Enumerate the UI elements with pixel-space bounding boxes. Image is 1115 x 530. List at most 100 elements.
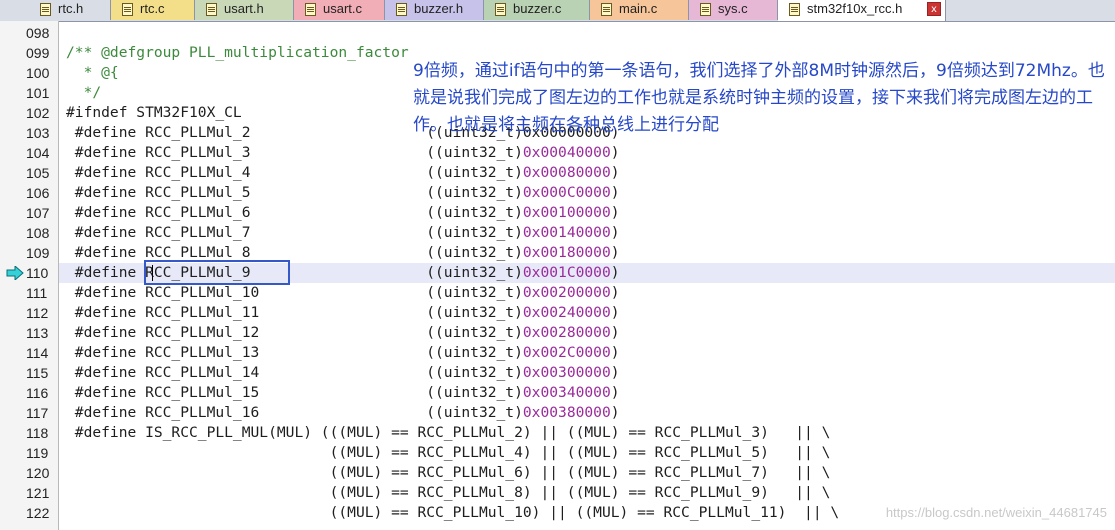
file-icon xyxy=(396,3,407,16)
code-line: #ifndef STM32F10X_CL xyxy=(66,103,242,123)
code-token: ) xyxy=(610,204,620,221)
code-line: ((MUL) == RCC_PLLMul_10) || ((MUL) == RC… xyxy=(66,503,840,523)
code-token: 0x00180000 xyxy=(522,244,611,261)
line-number: 119 xyxy=(26,445,49,461)
code-token: #define RCC_PLLMul_7 ((uint32_t) xyxy=(66,224,523,241)
tab-stm32f10x_rcc-h[interactable]: stm32f10x_rcc.h x xyxy=(778,0,946,21)
code-token: #ifndef STM32F10X_CL xyxy=(66,104,242,121)
file-icon xyxy=(40,3,51,16)
line-number: 109 xyxy=(26,245,50,261)
line-number-gutter: 098 099 100 101 102 103 104 105 106 107 108 109 110 1… xyxy=(0,21,59,530)
tab-rtc-c[interactable]: rtc.c xyxy=(111,0,195,20)
tab-usart-c[interactable]: usart.c xyxy=(294,0,385,20)
line-number: 098 xyxy=(26,25,50,41)
tab-label: main.c xyxy=(619,1,658,16)
code-token: 0x00080000 xyxy=(522,164,611,181)
line-number: 112 xyxy=(26,305,49,321)
line-number: 102 xyxy=(26,105,50,121)
code-token: 0x00340000 xyxy=(522,384,611,401)
code-line: #define IS_RCC_PLL_MUL(MUL) (((MUL) == R… xyxy=(66,423,831,443)
code-token: * @{ xyxy=(66,64,119,81)
code-token: ((MUL) == RCC_PLLMul_4) || ((MUL) == RCC… xyxy=(66,444,831,461)
code-line: ((MUL) == RCC_PLLMul_4) || ((MUL) == RCC… xyxy=(66,443,831,463)
code-token: ) xyxy=(610,284,620,301)
line-number: 107 xyxy=(26,205,50,221)
file-icon xyxy=(495,3,506,16)
code-token: 0x00140000 xyxy=(522,224,611,241)
line-number: 115 xyxy=(26,365,49,381)
code-token: ((MUL) == RCC_PLLMul_10) || ((MUL) == RC… xyxy=(66,504,840,521)
tab-buzzer-c[interactable]: buzzer.c xyxy=(484,0,590,20)
watermark: https://blog.csdn.net/weixin_44681745 xyxy=(885,505,1107,520)
code-token: ) xyxy=(610,224,620,241)
code-token: 0x00100000 xyxy=(522,204,611,221)
code-token: #define RCC_PLLMul_13 ((uint32_t) xyxy=(66,344,523,361)
line-number: 113 xyxy=(26,325,49,341)
file-icon xyxy=(789,3,800,16)
code-line: /** @defgroup PLL_multiplication_factor xyxy=(66,43,409,63)
tab-sys-c[interactable]: sys.c xyxy=(689,0,778,20)
code-token: #define RCC_PLLMul_5 ((uint32_t) xyxy=(66,184,523,201)
code-token: #define RCC_PLLMul_4 ((uint32_t) xyxy=(66,164,523,181)
line-number: 114 xyxy=(26,345,49,361)
code-line: #define RCC_PLLMul_5 ((uint32_t)0x000C00… xyxy=(66,183,620,203)
code-line: #define RCC_PLLMul_15 ((uint32_t)0x00340… xyxy=(66,383,620,403)
code-token: ((MUL) == RCC_PLLMul_8) || ((MUL) == RCC… xyxy=(66,484,831,501)
code-token: */ xyxy=(66,84,102,101)
code-line: */ xyxy=(66,83,102,103)
code-line: ((MUL) == RCC_PLLMul_6) || ((MUL) == RCC… xyxy=(66,463,831,483)
tab-label: buzzer.h xyxy=(414,1,464,16)
current-line-arrow-icon xyxy=(6,266,24,280)
code-token: #define RCC_PLLMul_14 ((uint32_t) xyxy=(66,364,523,381)
code-token: ) xyxy=(610,264,620,281)
tab-label: sys.c xyxy=(718,1,748,16)
code-token: ) xyxy=(610,344,620,361)
selection-highlight-box xyxy=(144,260,290,285)
code-token: 0x002C0000 xyxy=(522,344,611,361)
line-number: 099 xyxy=(26,45,50,61)
tab-rtc-h[interactable]: rtc.h xyxy=(29,0,111,20)
code-token: ) xyxy=(610,184,620,201)
code-line: #define RCC_PLLMul_7 ((uint32_t)0x001400… xyxy=(66,223,620,243)
line-number: 105 xyxy=(26,165,50,181)
file-icon xyxy=(601,3,612,16)
line-number: 111 xyxy=(26,285,48,301)
code-token: ) xyxy=(610,244,620,261)
tab-label: stm32f10x_rcc.h xyxy=(807,1,903,16)
close-tab-button[interactable]: x xyxy=(927,2,941,16)
code-token: ) xyxy=(610,364,620,381)
tab-bar: rtc.h rtc.c usart.h usart.c buzzer.h buzzer.c… xyxy=(0,0,1115,22)
code-token: #define RCC_PLLMul_6 ((uint32_t) xyxy=(66,204,523,221)
tab-label: rtc.h xyxy=(58,1,84,16)
code-token: #define RCC_PLLMul_16 ((uint32_t) xyxy=(66,404,523,421)
code-line: * @{ xyxy=(66,63,119,83)
code-line: #define RCC_PLLMul_11 ((uint32_t)0x00240… xyxy=(66,303,620,323)
code-token: #define RCC_PLLMul_12 ((uint32_t) xyxy=(66,324,523,341)
code-token: ) xyxy=(610,164,620,181)
code-token: #define RCC_PLLMul_11 ((uint32_t) xyxy=(66,304,523,321)
line-number: 110 xyxy=(26,265,49,281)
code-token: 0x00280000 xyxy=(522,324,611,341)
code-line: #define RCC_PLLMul_3 ((uint32_t)0x000400… xyxy=(66,143,620,163)
tab-buzzer-h[interactable]: buzzer.h xyxy=(385,0,484,20)
code-line: #define RCC_PLLMul_14 ((uint32_t)0x00300… xyxy=(66,363,620,383)
code-token: ) xyxy=(610,384,620,401)
code-line: #define RCC_PLLMul_4 ((uint32_t)0x000800… xyxy=(66,163,620,183)
code-token: ) xyxy=(610,324,620,341)
tab-usart-h[interactable]: usart.h xyxy=(195,0,294,20)
code-token: ) xyxy=(610,304,620,321)
line-number: 101 xyxy=(26,85,50,101)
file-icon xyxy=(122,3,133,16)
line-number: 116 xyxy=(26,385,49,401)
code-line: #define RCC_PLLMul_16 ((uint32_t)0x00380… xyxy=(66,403,620,423)
line-number: 108 xyxy=(26,225,50,241)
code-token: #define RCC_PLLMul_10 ((uint32_t) xyxy=(66,284,523,301)
line-number: 100 xyxy=(26,65,50,81)
code-token: 0x00240000 xyxy=(522,304,611,321)
file-icon xyxy=(700,3,711,16)
code-token: ) xyxy=(610,404,620,421)
tab-main-c[interactable]: main.c xyxy=(590,0,689,20)
line-number: 122 xyxy=(26,505,50,521)
tab-label: usart.c xyxy=(323,1,363,16)
line-number: 120 xyxy=(26,465,50,481)
